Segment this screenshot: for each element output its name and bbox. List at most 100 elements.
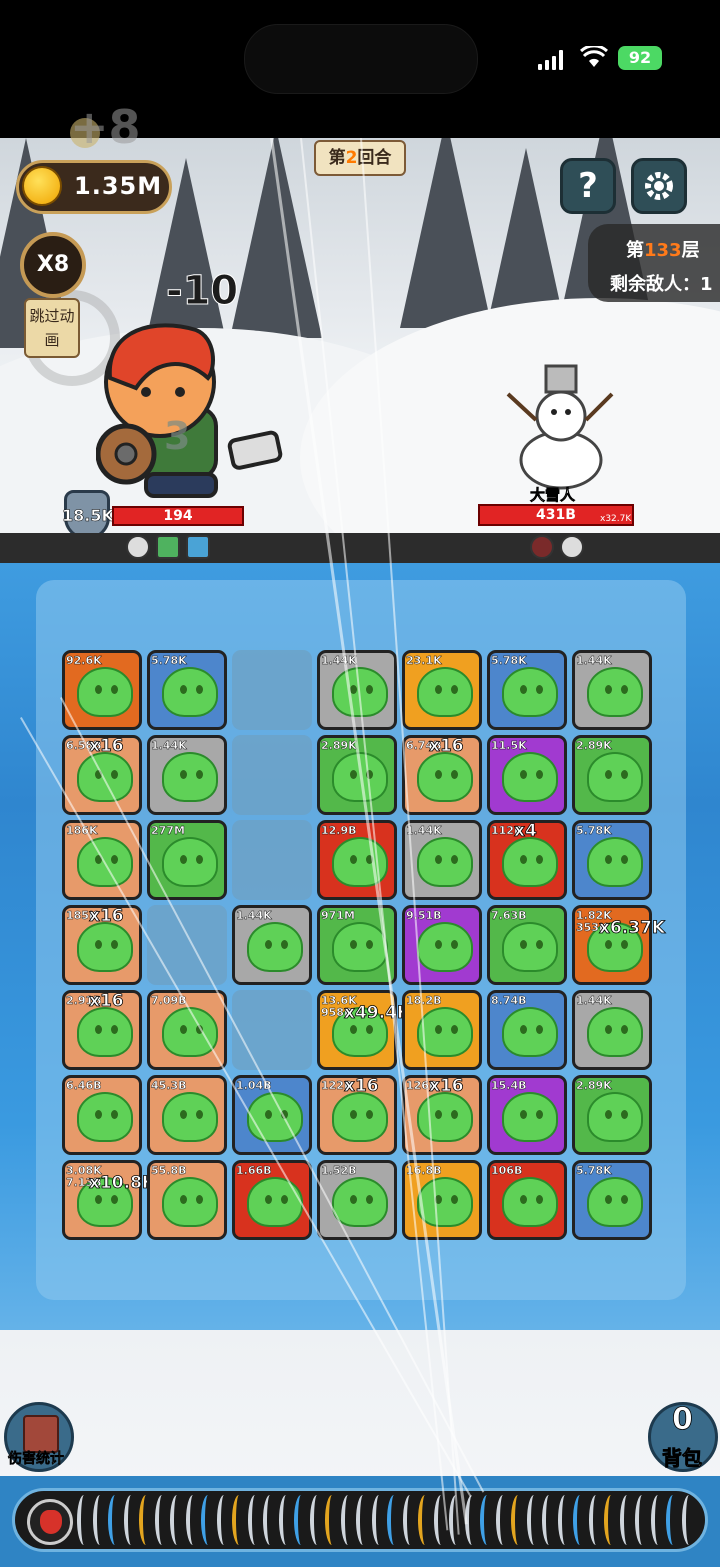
tile-value: 9.51B bbox=[406, 909, 442, 922]
turn-slot bbox=[216, 1495, 231, 1545]
slime-icon bbox=[417, 837, 473, 887]
dynamic-island bbox=[244, 24, 478, 94]
tile-value: 15.4B bbox=[491, 1079, 527, 1092]
tile-value: 23.1K bbox=[406, 654, 442, 667]
turn-slot bbox=[278, 1495, 293, 1545]
slime-tile[interactable]: 1.44K bbox=[572, 990, 652, 1070]
empty-tile[interactable] bbox=[147, 905, 227, 985]
turn-slot bbox=[340, 1495, 355, 1545]
slime-tile[interactable]: 971M bbox=[317, 905, 397, 985]
slime-icon bbox=[77, 667, 133, 717]
slime-icon bbox=[502, 837, 558, 887]
help-button[interactable]: ? bbox=[560, 158, 616, 214]
tile-multiplier: x16 bbox=[344, 1076, 379, 1097]
slime-tile[interactable]: 23.1K bbox=[402, 650, 482, 730]
turn-slot bbox=[588, 1495, 603, 1545]
tile-value: 1.44K bbox=[321, 654, 357, 667]
slime-tile[interactable]: 5.78K bbox=[572, 820, 652, 900]
turn-slot bbox=[650, 1495, 665, 1545]
slime-icon bbox=[332, 752, 388, 802]
enemy-name: 大雪人 bbox=[530, 486, 576, 505]
slime-tile[interactable]: 18.2B bbox=[402, 990, 482, 1070]
slime-icon bbox=[417, 1007, 473, 1057]
empty-tile[interactable] bbox=[232, 820, 312, 900]
turn-slot bbox=[511, 1495, 525, 1545]
slime-tile[interactable]: 8.74B bbox=[487, 990, 567, 1070]
slime-tile[interactable]: 45.3B bbox=[147, 1075, 227, 1155]
slime-tile[interactable]: 106B bbox=[487, 1160, 567, 1240]
tile-value: 186K bbox=[66, 824, 98, 837]
slime-tile[interactable]: 1.44K bbox=[232, 905, 312, 985]
slime-tile[interactable]: 112B x4 bbox=[487, 820, 567, 900]
slime-tile[interactable]: 3.08K 7.13B x10.8K bbox=[62, 1160, 155, 1240]
turn-slot bbox=[573, 1495, 587, 1545]
tile-value: 106B bbox=[491, 1164, 523, 1177]
slime-tile[interactable]: 1.66B bbox=[232, 1160, 312, 1240]
tile-value: 1.44K bbox=[576, 654, 612, 667]
turn-slot bbox=[92, 1495, 107, 1545]
slime-tile[interactable]: 6.74B x16 bbox=[402, 735, 482, 815]
tile-multiplier: x16 bbox=[429, 736, 464, 757]
slime-tile[interactable]: 13.6K 958B x49.4K bbox=[317, 990, 410, 1070]
slime-tile[interactable]: 122B x16 bbox=[317, 1075, 397, 1155]
slime-icon bbox=[502, 752, 558, 802]
slime-icon bbox=[162, 1007, 218, 1057]
tile-multiplier: x10.8K bbox=[89, 1173, 156, 1194]
slime-tile[interactable]: 92.6K bbox=[62, 650, 142, 730]
bag-count: 0 bbox=[672, 1402, 694, 1438]
slime-tile[interactable]: 2.91B x16 bbox=[62, 990, 142, 1070]
skip-animation-button[interactable]: 跳过动画 bbox=[24, 298, 80, 358]
slime-tile[interactable]: 6.46B bbox=[62, 1075, 142, 1155]
slime-tile[interactable]: 55.8B bbox=[147, 1160, 227, 1240]
damage-popup: -10 bbox=[165, 268, 239, 315]
cellular-signal-icon bbox=[538, 50, 570, 70]
empty-tile[interactable] bbox=[232, 990, 312, 1070]
tile-value: 277M bbox=[151, 824, 185, 837]
tile-value: 971M bbox=[321, 909, 355, 922]
slime-tile[interactable]: 126B x16 bbox=[402, 1075, 482, 1155]
slime-tile[interactable]: 2.89K bbox=[572, 1075, 652, 1155]
enemies-left: 剩余敌人：1 bbox=[610, 274, 713, 295]
slime-icon bbox=[162, 667, 218, 717]
tile-multiplier: x4 bbox=[514, 821, 538, 842]
slime-tile[interactable]: 1.82K 353K x6.37K bbox=[572, 905, 665, 985]
settings-button[interactable] bbox=[631, 158, 687, 214]
slime-tile[interactable]: 9.51B bbox=[402, 905, 482, 985]
slime-tile[interactable]: 1.44K bbox=[402, 820, 482, 900]
tile-value: 2.89K bbox=[576, 739, 612, 752]
slime-tile[interactable]: 5.78K bbox=[487, 650, 567, 730]
slime-tile[interactable]: 7.09B bbox=[147, 990, 227, 1070]
slime-tile[interactable]: 2.89K bbox=[317, 735, 397, 815]
slime-icon bbox=[587, 1092, 643, 1142]
slime-tile[interactable]: 2.89K bbox=[572, 735, 652, 815]
floor-level: 第133层 bbox=[626, 240, 700, 261]
turn-slot bbox=[666, 1495, 680, 1545]
slime-tile[interactable]: 5.78K bbox=[572, 1160, 652, 1240]
slime-tile[interactable]: 5.78K bbox=[147, 650, 227, 730]
turn-slot bbox=[387, 1495, 401, 1545]
empty-tile[interactable] bbox=[232, 650, 312, 730]
slime-tile[interactable]: 1.44K bbox=[572, 650, 652, 730]
floor-panel: 第133层 剩余敌人：1 bbox=[588, 224, 720, 302]
slime-icon bbox=[162, 1092, 218, 1142]
slime-tile[interactable]: 12.9B bbox=[317, 820, 397, 900]
empty-tile[interactable] bbox=[232, 735, 312, 815]
buff-strip bbox=[0, 533, 720, 563]
slime-tile[interactable]: 11.5K bbox=[487, 735, 567, 815]
tile-value: 2.89K bbox=[576, 1079, 612, 1092]
tile-value: 6.46B bbox=[66, 1079, 102, 1092]
turn-slot bbox=[139, 1495, 153, 1545]
slime-tile[interactable]: 6.58B x16 bbox=[62, 735, 142, 815]
slime-tile[interactable]: 1.04B bbox=[232, 1075, 312, 1155]
speed-button[interactable]: X8 bbox=[20, 232, 86, 298]
slime-tile[interactable]: 1.44K bbox=[147, 735, 227, 815]
slime-tile[interactable]: 15.4B bbox=[487, 1075, 567, 1155]
coin-amount: 1.35M bbox=[74, 172, 163, 200]
slime-tile[interactable]: 7.63B bbox=[487, 905, 567, 985]
slime-tile[interactable]: 277M bbox=[147, 820, 227, 900]
slime-tile[interactable]: 1.44K bbox=[317, 650, 397, 730]
slime-tile[interactable]: 16.8B bbox=[402, 1160, 482, 1240]
slime-tile[interactable]: 185K x16 bbox=[62, 905, 142, 985]
slime-tile[interactable]: 186K bbox=[62, 820, 142, 900]
slime-tile[interactable]: 1.52B bbox=[317, 1160, 397, 1240]
